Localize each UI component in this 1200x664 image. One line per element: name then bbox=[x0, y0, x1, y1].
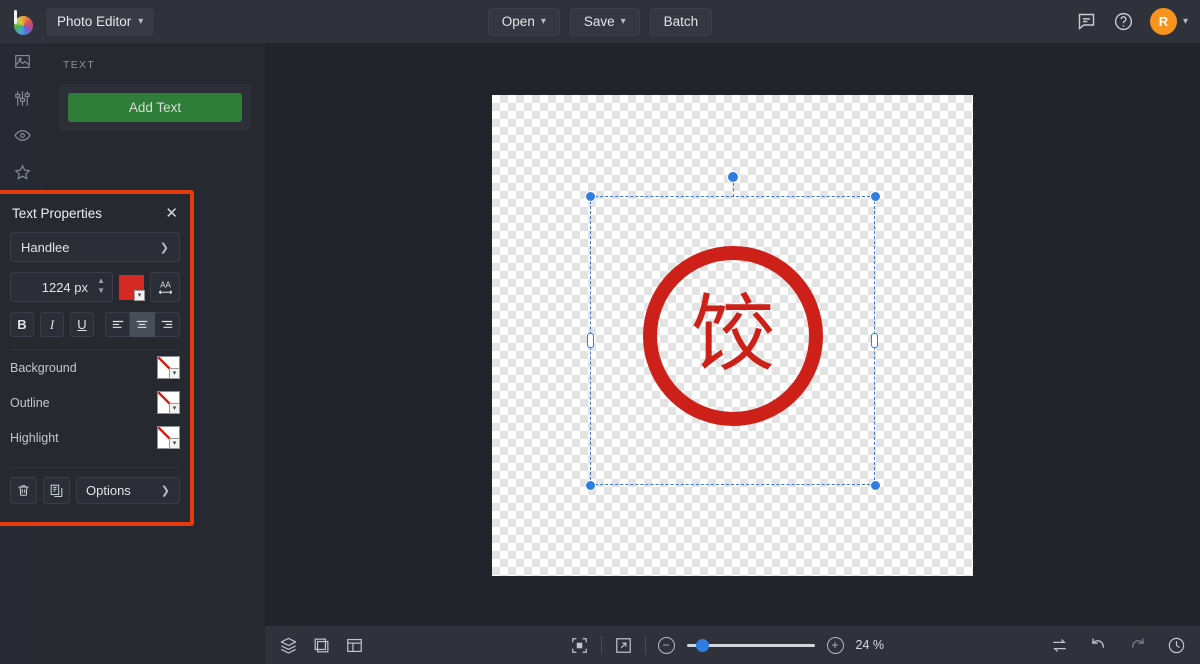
resize-handle-top-right[interactable] bbox=[870, 191, 881, 202]
chevron-down-icon: ▾ bbox=[138, 16, 143, 27]
bottom-toolbar-left bbox=[265, 636, 364, 655]
sidebar-item-adjust[interactable] bbox=[0, 80, 45, 117]
zoom-out-button[interactable]: − bbox=[658, 637, 675, 654]
top-toolbar-center: Open ▾ Save ▾ Batch bbox=[0, 0, 1200, 43]
text-section: TEXT Add Text bbox=[45, 43, 265, 131]
zoom-level-label: 24 % bbox=[856, 638, 896, 652]
zoom-slider-thumb[interactable] bbox=[696, 639, 709, 652]
top-toolbar-right: R ▾ bbox=[1076, 0, 1188, 43]
open-button[interactable]: Open ▾ bbox=[488, 8, 560, 36]
resize-handle-bottom-right[interactable] bbox=[870, 480, 881, 491]
logo-stem-icon bbox=[14, 10, 17, 24]
batch-label: Batch bbox=[664, 14, 699, 29]
batch-button[interactable]: Batch bbox=[650, 8, 713, 36]
add-text-button[interactable]: Add Text bbox=[68, 93, 242, 122]
history-icon[interactable] bbox=[1167, 636, 1186, 655]
section-title-text: TEXT bbox=[63, 59, 247, 71]
compare-icon[interactable] bbox=[1050, 636, 1069, 655]
divider bbox=[645, 636, 646, 654]
resize-handle-right[interactable] bbox=[871, 333, 878, 348]
app-menu-button[interactable]: Photo Editor ▾ bbox=[46, 8, 154, 36]
layout-icon[interactable] bbox=[345, 636, 364, 655]
avatar: R bbox=[1150, 8, 1177, 35]
save-button[interactable]: Save ▾ bbox=[570, 8, 640, 36]
expand-icon[interactable] bbox=[614, 636, 633, 655]
zoom-slider[interactable] bbox=[687, 638, 815, 652]
chevron-down-icon: ▾ bbox=[621, 16, 626, 27]
save-label: Save bbox=[584, 14, 615, 29]
sidebar-item-overlays[interactable] bbox=[0, 154, 45, 191]
image-canvas[interactable]: 饺 bbox=[492, 95, 973, 576]
photo-editor-window: Photo Editor ▾ Open ▾ Save ▾ Batch bbox=[0, 0, 1200, 664]
fit-to-screen-icon[interactable] bbox=[570, 636, 589, 655]
open-label: Open bbox=[502, 14, 535, 29]
chat-icon[interactable] bbox=[1076, 11, 1097, 32]
resize-handle-bottom-left[interactable] bbox=[585, 480, 596, 491]
sidebar-item-effects[interactable] bbox=[0, 117, 45, 154]
account-menu[interactable]: R ▾ bbox=[1150, 8, 1188, 35]
undo-icon[interactable] bbox=[1089, 636, 1108, 655]
top-toolbar: Photo Editor ▾ Open ▾ Save ▾ Batch bbox=[0, 0, 1200, 43]
redo-icon[interactable] bbox=[1128, 636, 1147, 655]
chevron-down-icon: ▾ bbox=[541, 16, 546, 27]
app-menu-label: Photo Editor bbox=[57, 14, 131, 29]
chevron-down-icon: ▾ bbox=[1183, 16, 1188, 27]
selection-box[interactable] bbox=[590, 196, 875, 485]
resize-handle-left[interactable] bbox=[587, 333, 594, 348]
add-text-container: Add Text bbox=[59, 84, 251, 131]
zoom-in-button[interactable]: + bbox=[827, 637, 844, 654]
divider bbox=[601, 636, 602, 654]
brand-logo[interactable] bbox=[0, 0, 46, 43]
rotate-handle[interactable] bbox=[727, 171, 739, 183]
sidebar-item-image[interactable] bbox=[0, 43, 45, 80]
annotation-highlight-box bbox=[0, 190, 194, 526]
bottom-toolbar: − + 24 % bbox=[265, 626, 1200, 664]
crop-icon[interactable] bbox=[312, 636, 331, 655]
resize-handle-top-left[interactable] bbox=[585, 191, 596, 202]
help-icon[interactable] bbox=[1113, 11, 1134, 32]
layers-icon[interactable] bbox=[279, 636, 298, 655]
logo-color-wheel-icon bbox=[14, 16, 33, 35]
bottom-toolbar-right bbox=[1050, 636, 1186, 655]
canvas-stage[interactable]: 饺 bbox=[265, 43, 1200, 664]
